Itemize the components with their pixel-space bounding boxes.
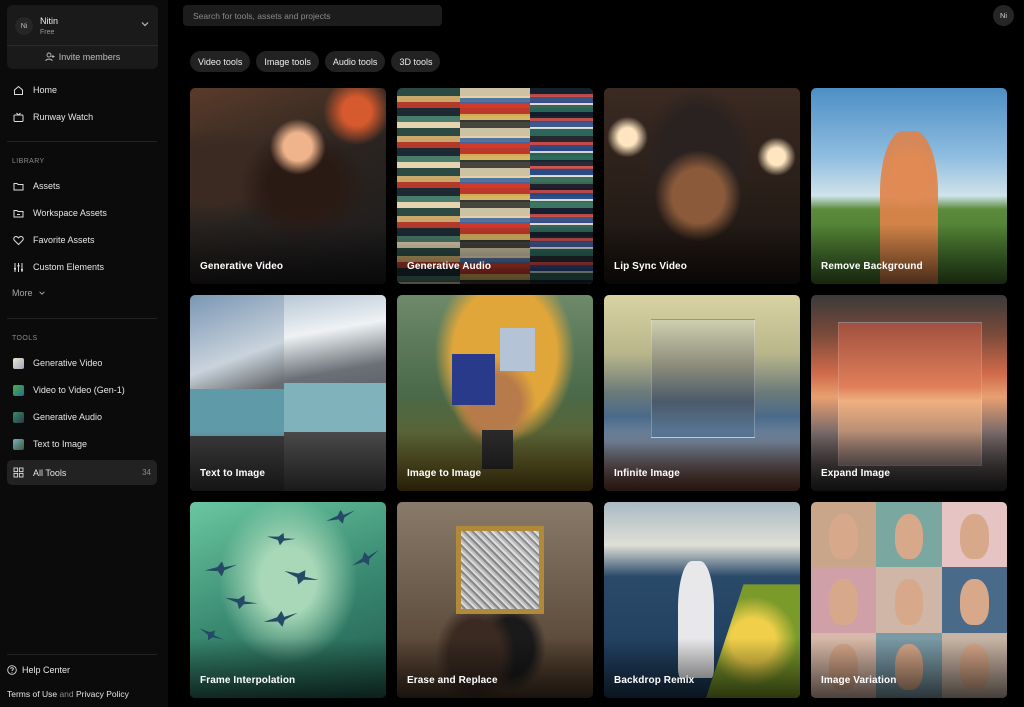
- workspace-avatar: Ni: [15, 17, 33, 35]
- nav-item-generative-video[interactable]: Generative Video: [7, 351, 157, 375]
- nav-item-workspace-assets[interactable]: Workspace Assets: [7, 201, 157, 225]
- avatar[interactable]: Ni: [993, 5, 1014, 26]
- nav-item-label: Runway Watch: [33, 112, 94, 122]
- footer-and-text: and: [59, 689, 74, 699]
- tools-section-label: TOOLS: [12, 335, 38, 342]
- privacy-link[interactable]: Privacy Policy: [76, 689, 129, 699]
- question-circle-icon: [7, 665, 17, 675]
- nav-item-custom-elements[interactable]: Custom Elements: [7, 255, 157, 279]
- tools-grid: Generative Video Generative Audio Lip Sy…: [190, 88, 1007, 698]
- filter-chip-3d-tools[interactable]: 3D tools: [391, 51, 441, 72]
- nav-item-label: Text to Image: [33, 439, 88, 449]
- nav-item-home[interactable]: Home: [7, 78, 157, 102]
- tool-card-label: Generative Audio: [407, 261, 492, 272]
- filter-chip-image-tools[interactable]: Image tools: [256, 51, 319, 72]
- divider: [7, 141, 157, 142]
- help-center-link[interactable]: Help Center: [7, 665, 70, 675]
- folder-icon: [13, 181, 24, 192]
- nav-item-text-to-image[interactable]: Text to Image: [7, 432, 157, 456]
- nav-item-label: Workspace Assets: [33, 208, 107, 218]
- tool-card-image-to-image[interactable]: Image to Image: [397, 295, 593, 491]
- workspace-switcher[interactable]: Ni Nitin Free Invite members: [7, 5, 158, 69]
- tool-card-generative-audio[interactable]: Generative Audio: [397, 88, 593, 284]
- tool-card-label: Image to Image: [407, 468, 482, 479]
- grid-icon: [13, 467, 24, 478]
- nav-item-label: Assets: [33, 181, 61, 191]
- tool-card-label: Frame Interpolation: [200, 675, 296, 686]
- divider: [7, 654, 157, 655]
- sliders-icon: [13, 262, 24, 273]
- divider: [7, 318, 157, 319]
- nav-item-runway-watch[interactable]: Runway Watch: [7, 105, 157, 129]
- text-to-image-thumb: [13, 438, 24, 450]
- tool-card-image-variation[interactable]: Image Variation: [811, 502, 1007, 698]
- nav-item-assets[interactable]: Assets: [7, 174, 157, 198]
- tool-card-expand-image[interactable]: Expand Image: [811, 295, 1007, 491]
- tool-card-label: Generative Video: [200, 261, 284, 272]
- tool-card-label: Expand Image: [821, 468, 890, 479]
- tv-icon: [13, 112, 24, 123]
- nav-item-favorite-assets[interactable]: Favorite Assets: [7, 228, 157, 252]
- tool-card-label: Infinite Image: [614, 468, 680, 479]
- nav-item-label: Custom Elements: [33, 262, 105, 272]
- filter-chip-audio-tools[interactable]: Audio tools: [324, 51, 386, 72]
- workspace-plan: Free: [40, 29, 55, 36]
- nav-item-label: Video to Video (Gen-1): [33, 385, 125, 395]
- library-section-label: LIBRARY: [12, 158, 45, 165]
- video-to-video-thumb: [13, 384, 24, 396]
- tool-card-label: Text to Image: [200, 468, 266, 479]
- nav-item-label: Generative Video: [33, 358, 103, 368]
- tool-card-label: Lip Sync Video: [614, 261, 687, 272]
- nav-item-label: Home: [33, 85, 58, 95]
- workspace-folder-icon: [13, 208, 24, 219]
- more-button[interactable]: More: [12, 288, 46, 298]
- generative-video-thumb: [13, 357, 24, 369]
- tool-card-frame-interpolation[interactable]: Frame Interpolation: [190, 502, 386, 698]
- tool-card-remove-background[interactable]: Remove Background: [811, 88, 1007, 284]
- tool-card-backdrop-remix[interactable]: Backdrop Remix: [604, 502, 800, 698]
- tool-card-label: Backdrop Remix: [614, 675, 695, 686]
- nav-item-label: All Tools: [33, 467, 67, 478]
- terms-link[interactable]: Terms of Use: [7, 689, 57, 699]
- tool-card-erase-and-replace[interactable]: Erase and Replace: [397, 502, 593, 698]
- invite-members-label: Invite members: [58, 52, 121, 62]
- chevron-down-icon[interactable]: [140, 19, 150, 29]
- help-center-label: Help Center: [22, 665, 71, 675]
- nav-item-video-to-video[interactable]: Video to Video (Gen-1): [7, 378, 157, 402]
- heart-icon: [13, 235, 24, 246]
- chevron-down-icon: [38, 291, 45, 295]
- tool-card-text-to-image[interactable]: Text to Image: [190, 295, 386, 491]
- tool-card-lip-sync-video[interactable]: Lip Sync Video: [604, 88, 800, 284]
- invite-members-button[interactable]: Invite members: [7, 50, 158, 64]
- workspace-name: Nitin: [40, 16, 59, 26]
- tool-filter-chips: Video tools Image tools Audio tools 3D t…: [190, 51, 441, 72]
- filter-chip-video-tools[interactable]: Video tools: [190, 51, 251, 72]
- home-icon: [13, 85, 24, 96]
- nav-item-label: Generative Audio: [33, 412, 103, 422]
- tool-card-label: Erase and Replace: [407, 675, 498, 686]
- nav-item-label: Favorite Assets: [33, 235, 95, 245]
- tools-count-badge: 34: [142, 468, 151, 477]
- tool-card-generative-video[interactable]: Generative Video: [190, 88, 386, 284]
- add-user-icon: [45, 52, 55, 62]
- nav-item-generative-audio[interactable]: Generative Audio: [7, 405, 157, 429]
- tool-card-infinite-image[interactable]: Infinite Image: [604, 295, 800, 491]
- sidebar: Ni Nitin Free Invite members Home Runway…: [0, 0, 168, 707]
- divider: [7, 45, 158, 46]
- tool-card-label: Image Variation: [821, 675, 897, 686]
- nav-item-all-tools[interactable]: All Tools 34: [7, 460, 157, 485]
- search-input[interactable]: [183, 5, 442, 26]
- generative-audio-thumb: [13, 411, 24, 423]
- more-label: More: [12, 288, 33, 298]
- tool-card-label: Remove Background: [821, 261, 923, 272]
- legal-footer: Terms of Use and Privacy Policy: [7, 689, 129, 699]
